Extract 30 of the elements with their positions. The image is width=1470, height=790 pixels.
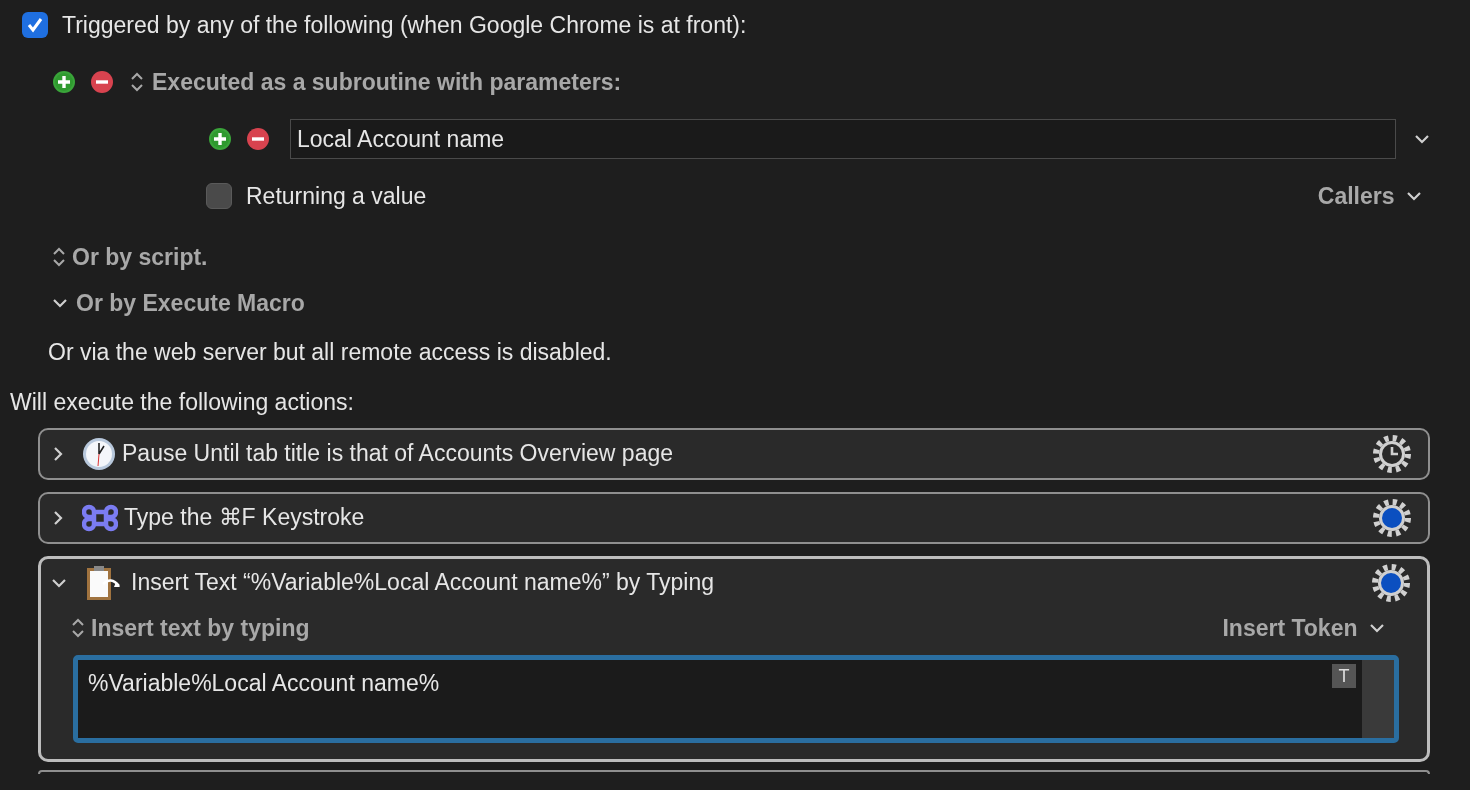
text-field[interactable]: %Variable%Local Account name% T bbox=[73, 655, 1399, 743]
up-down-icon[interactable] bbox=[52, 245, 66, 268]
section-heading: Insert text by typing bbox=[91, 613, 311, 643]
callers-button[interactable]: Callers bbox=[1317, 179, 1422, 214]
up-down-icon[interactable] bbox=[130, 70, 144, 93]
insert-token-button[interactable]: Insert Token bbox=[1222, 610, 1385, 645]
trigger-label: Triggered by any of the following (when Google Chrome is at front): bbox=[62, 11, 747, 40]
checkbox[interactable] bbox=[22, 12, 48, 39]
actions-heading: Will execute the following actions: bbox=[10, 388, 354, 417]
clock-icon bbox=[82, 436, 116, 471]
parameter-field[interactable]: Local Account name bbox=[290, 119, 1396, 159]
section-heading: Or by script. bbox=[72, 242, 208, 272]
remote-access-note: Or via the web server but all remote access is disabled. bbox=[48, 337, 612, 367]
action-title: Type the ⌘F Keystroke bbox=[124, 503, 366, 533]
add-icon[interactable] bbox=[52, 69, 76, 94]
checkbox-label: Returning a value bbox=[246, 182, 428, 211]
remove-icon[interactable] bbox=[90, 69, 114, 94]
text-style-button[interactable]: T bbox=[1332, 664, 1356, 688]
checkbox[interactable] bbox=[206, 183, 232, 210]
remove-icon[interactable] bbox=[246, 127, 270, 151]
up-down-icon[interactable] bbox=[71, 616, 85, 639]
action-title: Pause Until tab title is that of Accounts Overview page bbox=[122, 439, 674, 469]
check-icon bbox=[26, 16, 44, 35]
action-title: Insert Text “%Variable%Local Account name%” by Typing bbox=[131, 568, 715, 598]
gear-icon[interactable] bbox=[1372, 433, 1412, 474]
gear-icon[interactable] bbox=[1372, 497, 1412, 538]
section-heading: Executed as a subroutine with parameters: bbox=[152, 67, 622, 97]
section-heading: Or by Execute Macro bbox=[76, 289, 305, 318]
gear-icon[interactable] bbox=[1371, 562, 1411, 603]
add-icon[interactable] bbox=[208, 127, 232, 151]
